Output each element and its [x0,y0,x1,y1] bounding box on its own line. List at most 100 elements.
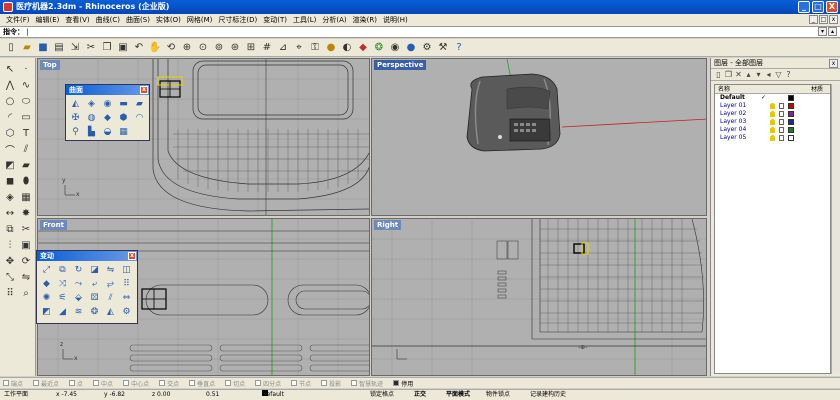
surface-loft-icon[interactable]: ✠ [68,111,83,124]
maximize-button[interactable]: □ [812,1,824,13]
grid-icon[interactable]: # [260,41,274,55]
zoom-selected-icon[interactable]: ⊛ [228,41,242,55]
layer-row-default[interactable]: Default ✓ [715,94,830,102]
trim-icon[interactable]: ✂ [19,222,33,236]
transform-smash-icon[interactable]: ⬙ [71,291,86,304]
delete-layer-icon[interactable]: ✕ [734,70,743,79]
extrude-icon[interactable]: ▰ [19,158,33,172]
transform-bend-icon[interactable]: ⤳ [71,277,86,290]
dimension-icon[interactable]: ↔ [3,206,17,220]
mesh-icon[interactable]: ▦ [19,190,33,204]
snap-checkbox[interactable] [291,380,298,386]
surface-corner-points-icon[interactable]: ◭ [68,97,83,110]
color-wheel-icon[interactable]: ❂ [372,41,386,55]
sphere-icon[interactable]: ◉ [388,41,402,55]
snap-project[interactable]: 投影 [321,379,341,388]
menu-file[interactable]: 文件(F) [3,14,33,26]
tools-icon[interactable]: ⚒ [436,41,450,55]
arc-icon[interactable]: ◜ [3,110,17,124]
snap-checkbox[interactable] [321,380,328,386]
menu-curve[interactable]: 曲线(C) [93,14,123,26]
command-line[interactable]: 指令： | ▾ ▴ [0,26,840,38]
surface-network-icon[interactable]: ⬢ [116,111,131,124]
snap-mid[interactable]: 中点 [93,379,113,388]
transform-stretch-icon[interactable]: ⇔ [119,291,134,304]
snap-quadrant[interactable]: 四分点 [255,379,281,388]
viewport-right[interactable]: Right -⊕- [371,218,707,376]
open-folder-icon[interactable]: ▰ [20,41,34,55]
transform-align-icon[interactable]: ◆ [39,277,54,290]
transform-taper-icon[interactable]: ⤶ [87,277,102,290]
surface-edge-curves-icon[interactable]: ◈ [84,97,99,110]
transform-move-icon[interactable]: ⤢ [39,263,54,276]
snap-checkbox[interactable] [159,380,166,386]
layer-visible-bulb-icon[interactable] [770,119,775,125]
transform-remap-icon[interactable]: ⚙ [119,305,134,318]
text-tool-icon[interactable]: T [19,126,33,140]
doc-minimize-button[interactable]: _ [809,15,818,24]
cylinder-icon[interactable]: ⬮ [19,174,33,188]
move-icon[interactable]: ✥ [3,254,17,268]
transform-panel-header[interactable]: 变动 x [37,251,137,261]
menu-edit[interactable]: 编辑(E) [33,14,63,26]
zoom-icon[interactable]: ⊕ [180,41,194,55]
print-icon[interactable]: ▤ [52,41,66,55]
rotate-view-icon[interactable]: ⟲ [164,41,178,55]
polygon-icon[interactable]: ⬡ [3,126,17,140]
lock-icon[interactable]: ⚿ [308,41,322,55]
surface-offset-icon[interactable]: ⚲ [68,125,83,138]
layer-lock-icon[interactable] [779,119,784,125]
column-material[interactable]: 材质 [811,85,823,94]
new-sublayer-icon[interactable]: ❐ [724,70,733,79]
transform-mirror-icon[interactable]: ⇋ [103,263,118,276]
surface-floating-panel[interactable]: 曲面 x ◭ ◈ ◉ ▬ ▰ ✠ ◍ ◆ ⬢ ◠ ⚲ ▙ ◒ ▦ [65,84,150,141]
transform-sporph-icon[interactable]: ◢ [55,305,70,318]
paste-icon[interactable]: ▣ [116,41,130,55]
transform-shear-icon[interactable]: ⫽ [103,291,118,304]
menu-transform[interactable]: 变动(T) [260,14,290,26]
transform-copy-icon[interactable]: ⧉ [55,263,70,276]
transform-orient-icon[interactable]: ◫ [119,263,134,276]
copy-icon[interactable]: ❐ [100,41,114,55]
surface-patch-icon[interactable]: ◠ [132,111,147,124]
surface-sweep-icon[interactable]: ◆ [100,111,115,124]
snap-near[interactable]: 最近点 [33,379,59,388]
layer-row-05[interactable]: Layer 05 [715,134,830,142]
menu-tools[interactable]: 工具(L) [290,14,319,26]
join-icon[interactable]: ⧉ [3,222,17,236]
layer-lock-icon[interactable] [779,111,784,117]
transform-maelstrom-icon[interactable]: ❂ [87,305,102,318]
zoom-extents-icon[interactable]: ⊚ [212,41,226,55]
status-ortho[interactable]: 正交 [414,390,426,400]
settings-icon[interactable]: ⚙ [420,41,434,55]
snap-checkbox[interactable] [33,380,40,386]
array-icon[interactable]: ⠿ [3,286,17,300]
surface-panel-close-button[interactable]: x [140,86,148,94]
cplane-icon[interactable]: ⊿ [276,41,290,55]
mirror-icon[interactable]: ⇋ [19,270,33,284]
zoom-window-icon[interactable]: ⊙ [196,41,210,55]
transform-flow-icon[interactable]: ⥂ [103,277,118,290]
layer-row-01[interactable]: Layer 01 [715,102,830,110]
command-history-down-icon[interactable]: ▾ [818,27,827,36]
snap-checkbox[interactable] [225,380,232,386]
surface-icon[interactable]: ◩ [3,158,17,172]
new-layer-icon[interactable]: ▯ [714,70,723,79]
minimize-button[interactable]: _ [798,1,810,13]
doc-close-button[interactable]: x [829,15,838,24]
snap-checkbox[interactable] [93,380,100,386]
layer-visible-bulb-icon[interactable] [770,103,775,109]
polyline-icon[interactable]: ⋀ [3,78,17,92]
close-button[interactable]: X [826,1,838,13]
select-arrow-icon[interactable]: ↖ [3,62,17,76]
layer-lock-icon[interactable] [779,103,784,109]
snap-checkbox[interactable] [189,380,196,386]
snap-checkbox[interactable] [255,380,262,386]
layer-visible-bulb-icon[interactable] [770,111,775,117]
menu-help[interactable]: 说明(H) [380,14,411,26]
lightbulb-icon[interactable]: ● [324,41,338,55]
column-name[interactable]: 名称 [718,86,730,93]
layer-visible-bulb-icon[interactable] [770,135,775,141]
surface-panel-header[interactable]: 曲面 x [66,85,149,95]
layer-color-swatch[interactable] [788,95,794,101]
